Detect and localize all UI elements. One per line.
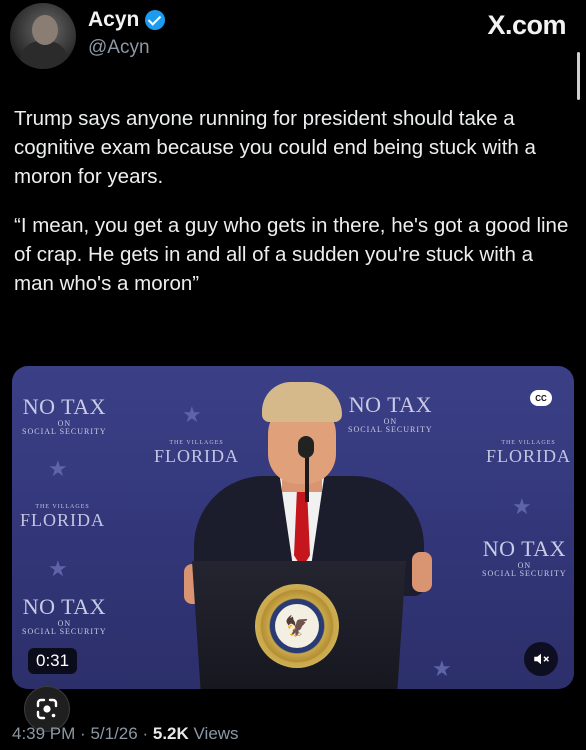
tweet-date[interactable]: 5/1/26	[90, 724, 137, 743]
tweet-paragraph: “I mean, you get a guy who gets in there…	[14, 214, 569, 295]
avatar-figure	[20, 41, 68, 69]
tweet-header: Acyn @Acyn X.com	[0, 0, 586, 100]
tweet-time[interactable]: 4:39 PM	[12, 724, 75, 743]
star-decoration-icon: ★	[48, 556, 68, 581]
star-decoration-icon: ★	[512, 494, 532, 519]
views-count: 5.2K	[152, 724, 189, 743]
site-label: X.com	[487, 10, 566, 40]
background-sign: NO TAX ON SOCIAL SECURITY	[22, 396, 107, 436]
author-handle[interactable]: @Acyn	[88, 37, 150, 59]
speaker-hair	[262, 382, 342, 422]
closed-captions-icon[interactable]: CC	[530, 390, 552, 406]
sign-no-tax: NO TAX	[22, 394, 107, 419]
google-lens-icon	[36, 698, 58, 720]
sign-florida: FLORIDA	[20, 510, 106, 530]
sign-social-security: SOCIAL SECURITY	[22, 627, 107, 636]
views-label: Views	[193, 724, 239, 743]
speaker-hand	[412, 552, 432, 592]
author-name[interactable]: Acyn	[88, 8, 139, 32]
verified-badge-icon	[145, 10, 166, 30]
avatar-face	[32, 15, 58, 45]
tweet-paragraph: Trump says anyone running for president …	[14, 107, 536, 188]
sign-florida: FLORIDA	[486, 446, 572, 466]
background-sign: NO TAX ON SOCIAL SECURITY	[22, 596, 107, 636]
tweet-meta: 4:39 PM · 5/1/26 · 5.2K Views	[12, 724, 239, 744]
background-sign: THE VILLAGES FLORIDA	[20, 504, 105, 531]
mute-button[interactable]	[524, 642, 558, 676]
author-name-row: Acyn	[88, 8, 166, 32]
presidential-seal-icon: 🦅	[255, 584, 339, 668]
video-player[interactable]: NO TAX ON SOCIAL SECURITY NO TAX ON SOCI…	[12, 366, 574, 689]
sign-no-tax: NO TAX	[22, 594, 107, 619]
microphone-icon	[298, 436, 314, 458]
meta-separator: ·	[80, 724, 86, 743]
star-decoration-icon: ★	[48, 456, 68, 481]
scrollbar[interactable]	[577, 52, 580, 100]
mute-icon	[534, 653, 550, 665]
avatar[interactable]	[10, 3, 76, 69]
sign-no-tax: NO TAX	[482, 536, 567, 561]
sign-social-security: SOCIAL SECURITY	[482, 569, 567, 578]
sign-social-security: SOCIAL SECURITY	[22, 427, 107, 436]
star-decoration-icon: ★	[432, 656, 452, 681]
meta-separator: ·	[142, 724, 149, 743]
eagle-icon: 🦅	[275, 604, 319, 648]
background-sign: THE VILLAGES FLORIDA	[486, 440, 571, 467]
background-sign: NO TAX ON SOCIAL SECURITY	[482, 538, 567, 578]
video-duration: 0:31	[28, 648, 78, 674]
tweet-text: Trump says anyone running for president …	[14, 104, 574, 318]
